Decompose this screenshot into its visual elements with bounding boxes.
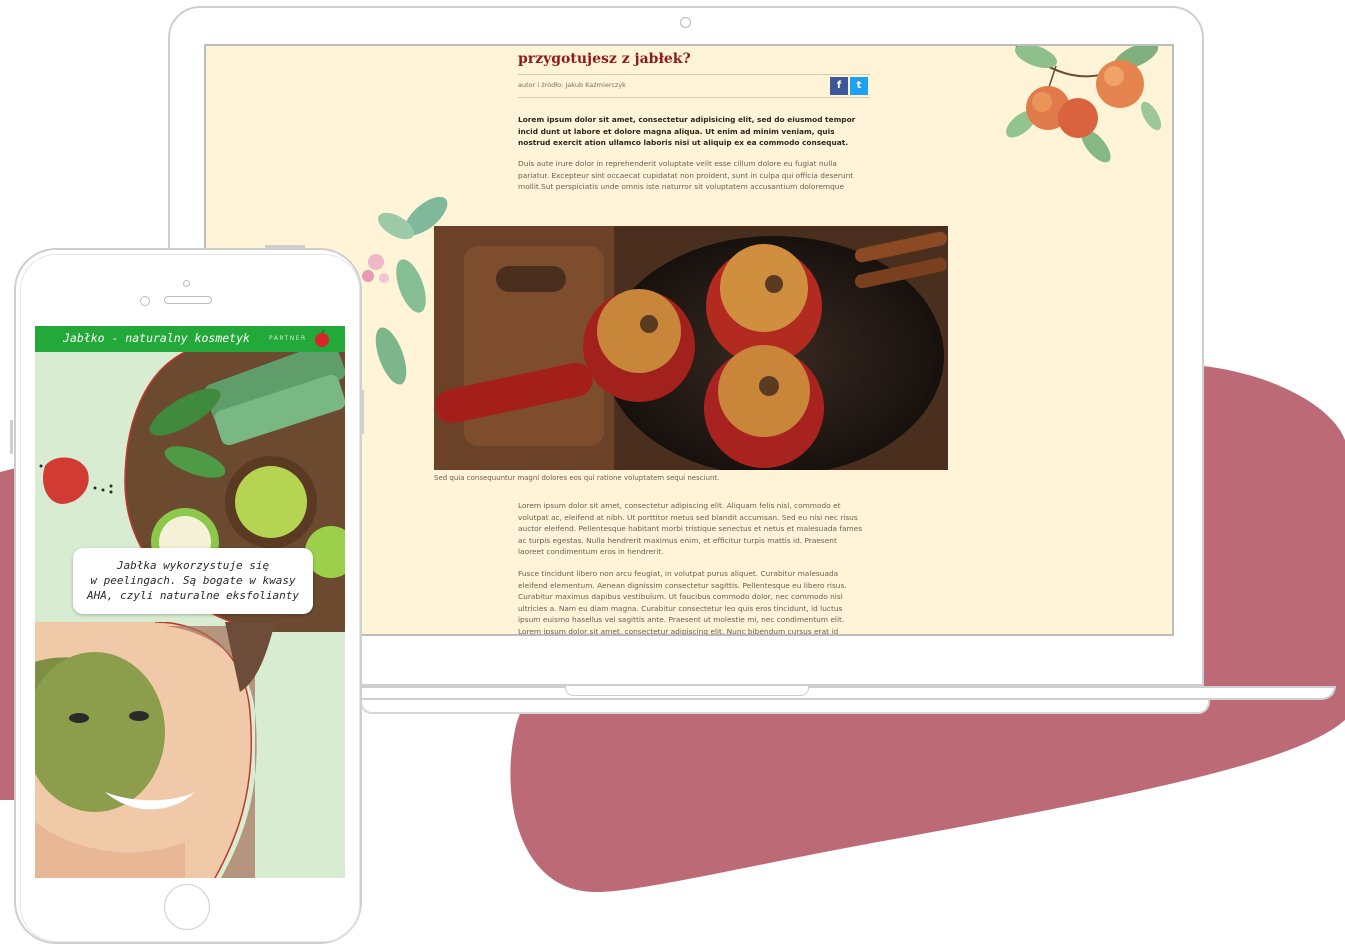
article-paragraph-3: Fusce tincidunt libero non arcu feugiat,… bbox=[518, 569, 847, 636]
photo-caption: Sed quia consequuntur magni dolores eos … bbox=[434, 474, 720, 482]
info-card: Jabłka wykorzystuje się w peelingach. Są… bbox=[73, 548, 313, 614]
article-title: przygotujesz z jabłek? bbox=[518, 51, 691, 67]
article-byline: autor i źródło: Jakub Kaźmierczyk bbox=[518, 81, 626, 89]
phone-top-button bbox=[265, 245, 305, 248]
laptop-base bbox=[348, 686, 1336, 700]
byline-bar: autor i źródło: Jakub Kaźmierczyk f t bbox=[518, 74, 870, 98]
apple-branch-decoration bbox=[1006, 46, 1162, 163]
facebook-share-button[interactable]: f bbox=[830, 77, 848, 95]
face-mask-woman-image bbox=[35, 622, 275, 878]
phone-title: Jabłko - naturalny kosmetyk bbox=[63, 331, 250, 345]
laptop-camera bbox=[680, 17, 691, 28]
strawberry-icon bbox=[39, 457, 113, 504]
partner-label: PARTNER bbox=[269, 335, 307, 342]
phone-screen: Jabłko - naturalny kosmetyk PARTNER Jabł… bbox=[35, 326, 345, 878]
apple-logo-icon bbox=[315, 330, 329, 347]
facebook-icon: f bbox=[836, 80, 842, 91]
phone-proximity-sensor bbox=[183, 280, 190, 287]
phone-header: Jabłko - naturalny kosmetyk PARTNER bbox=[35, 326, 345, 352]
article-paragraph-1: Duis aute irure dolor in reprehenderit v… bbox=[518, 159, 854, 191]
article-paragraph-2: Lorem ipsum dolor sit amet, consectetur … bbox=[518, 501, 863, 556]
info-card-line-1: Jabłka wykorzystuje się bbox=[116, 559, 270, 572]
twitter-share-button[interactable]: t bbox=[850, 77, 868, 95]
baked-apples-photo bbox=[434, 226, 948, 470]
phone-speaker bbox=[164, 296, 212, 304]
article-lead: Lorem ipsum dolor sit amet, consectetur … bbox=[518, 115, 856, 147]
info-card-line-2: w peelingach. Są bogate w kwasy bbox=[90, 574, 296, 587]
phone-camera bbox=[140, 296, 150, 306]
phone-power-button bbox=[361, 390, 364, 434]
phone-volume-button bbox=[10, 420, 13, 454]
laptop-foot bbox=[360, 700, 1210, 714]
twitter-icon: t bbox=[856, 80, 862, 91]
phone-home-button[interactable] bbox=[164, 884, 210, 930]
info-card-line-3: AHA, czyli naturalne eksfolianty bbox=[87, 589, 299, 602]
laptop-notch bbox=[565, 686, 809, 696]
